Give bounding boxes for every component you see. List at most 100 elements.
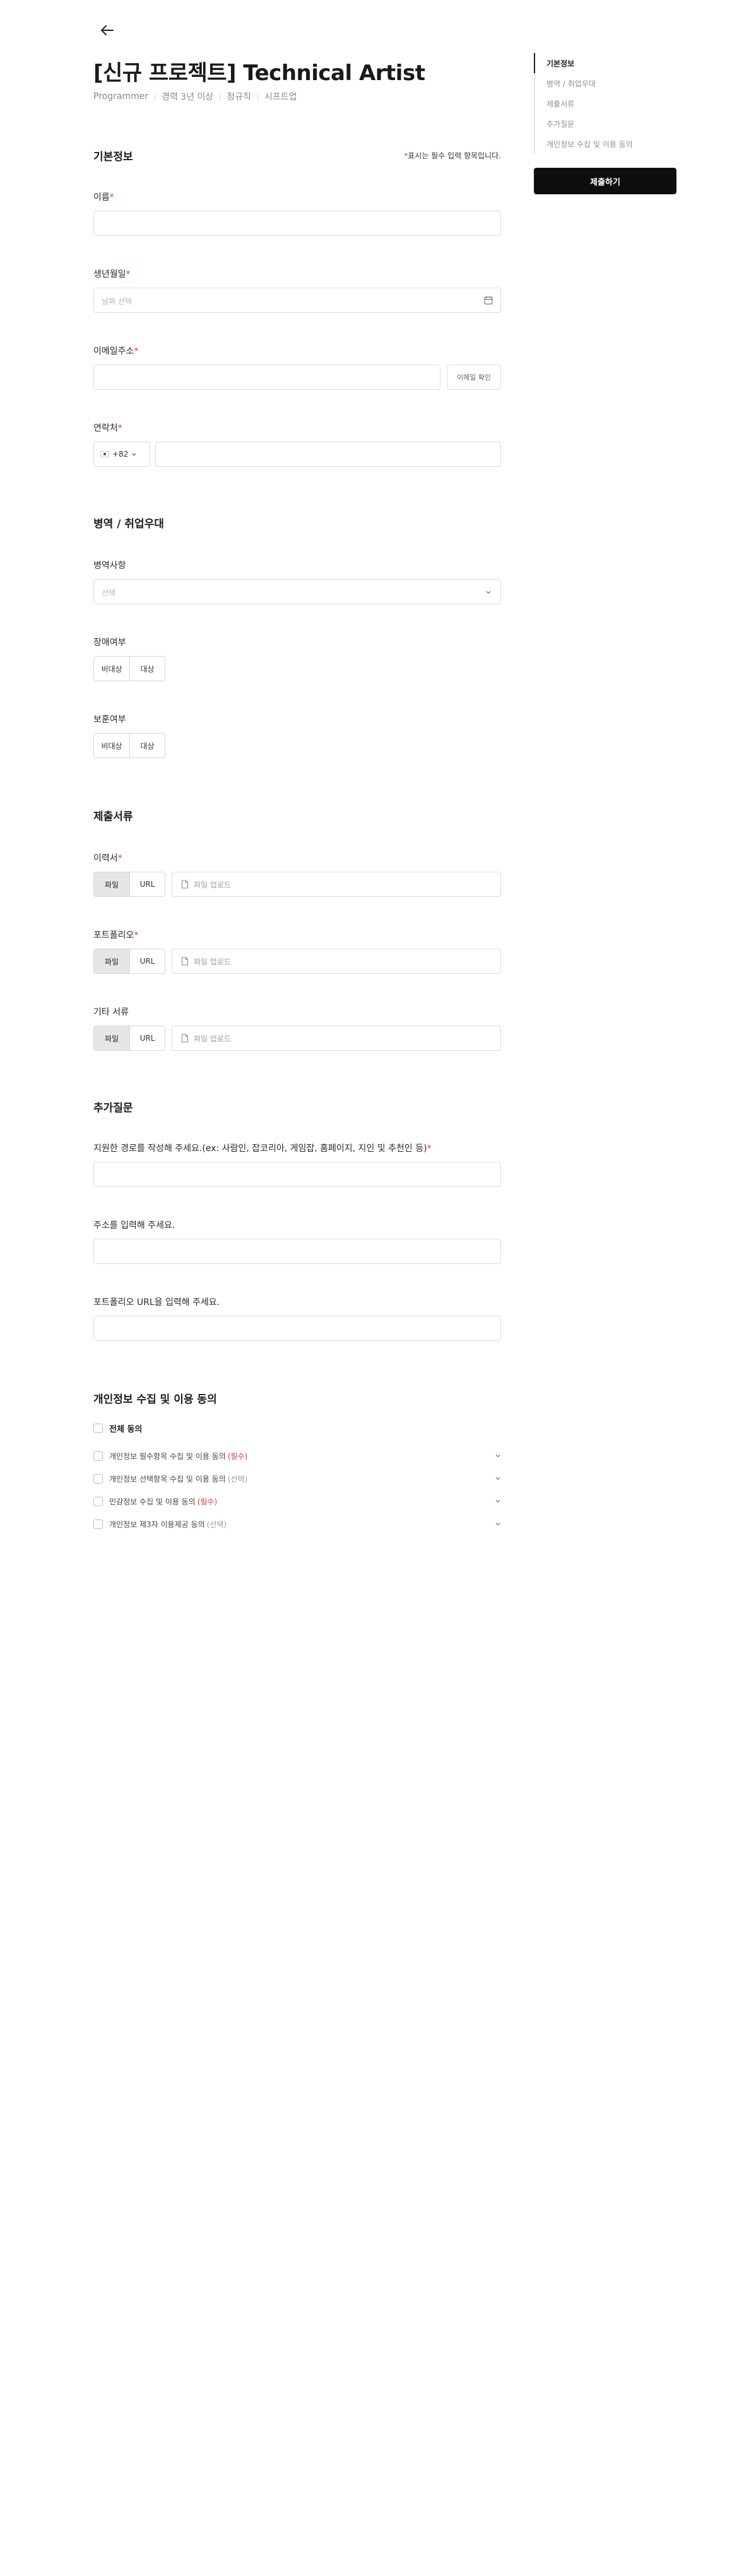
military-service-select[interactable]: 선택	[93, 579, 501, 604]
resume-label: 이력서*	[93, 853, 122, 864]
file-icon	[181, 880, 189, 889]
table-of-contents: 기본정보 병역 / 취업우대 제출서류 추가질문 개인정보 수집 및 이용 동의	[534, 53, 676, 154]
question-2-label: 주소를 입력해 주세요.	[93, 1221, 175, 1231]
sidebar: 기본정보 병역 / 취업우대 제출서류 추가질문 개인정보 수집 및 이용 동의…	[534, 53, 676, 194]
name-label: 이름*	[93, 192, 114, 202]
consent-item: 개인정보 필수항목 수집 및 이용 동의 (필수)	[93, 1449, 501, 1462]
toc-item-documents[interactable]: 제출서류	[534, 93, 676, 114]
chevron-down-icon	[486, 591, 491, 594]
option-applicable[interactable]: 대상	[129, 657, 165, 681]
chevron-down-icon[interactable]	[495, 1475, 501, 1482]
birth-placeholder: 날짜 선택	[102, 297, 132, 306]
phone-label: 연락처*	[93, 423, 122, 433]
section-title-documents: 제출서류	[93, 811, 133, 823]
section-title-consent: 개인정보 수집 및 이용 동의	[93, 1393, 217, 1406]
name-input[interactable]	[93, 211, 501, 236]
toc-item-consent[interactable]: 개인정보 수집 및 이용 동의	[534, 134, 676, 154]
disability-label: 장애여부	[93, 638, 126, 648]
resume-type-toggle: 파일 URL	[93, 872, 165, 897]
veteran-label: 보훈여부	[93, 715, 126, 725]
consent-checkbox[interactable]	[93, 1473, 103, 1484]
toc-item-military[interactable]: 병역 / 취업우대	[534, 73, 676, 93]
arrow-left-icon	[101, 25, 114, 35]
question-3-label: 포트폴리오 URL을 입력해 주세요.	[93, 1297, 220, 1308]
toc-item-questions[interactable]: 추가질문	[534, 114, 676, 134]
portfolio-label: 포트폴리오*	[93, 930, 139, 940]
upload-placeholder: 파일 업로드	[194, 880, 232, 889]
email-confirm-button[interactable]: 이메일 확인	[447, 365, 501, 390]
question-3-input[interactable]	[93, 1316, 501, 1341]
consent-all-label: 전체 동의	[109, 1424, 143, 1434]
veteran-toggle: 비대상 대상	[93, 733, 165, 758]
back-button[interactable]	[95, 18, 120, 43]
required-note: *표시는 필수 입력 항목입니다.	[404, 151, 501, 160]
section-title-questions: 추가질문	[93, 1102, 133, 1115]
required-tag: (필수)	[227, 1451, 248, 1461]
email-label: 이메일주소*	[93, 346, 139, 356]
page-title: [신규 프로젝트] Technical Artist	[93, 61, 425, 86]
other-docs-type-toggle: 파일 URL	[93, 1026, 165, 1051]
option-applicable[interactable]: 대상	[129, 734, 165, 758]
phone-input[interactable]	[155, 442, 501, 467]
tab-url[interactable]: URL	[129, 872, 165, 896]
divider	[257, 93, 258, 100]
toc-item-basic[interactable]: 기본정보	[534, 53, 676, 73]
consent-item: 민감정보 수집 및 이용 동의 (필수)	[93, 1495, 501, 1508]
required-tag: (필수)	[197, 1497, 218, 1506]
job-meta-type: 정규직	[227, 92, 251, 102]
file-icon	[181, 957, 189, 966]
service-label: 병역사항	[93, 561, 126, 571]
job-meta-experience: 경력 3년 이상	[162, 92, 214, 102]
chevron-down-icon[interactable]	[495, 1498, 501, 1504]
chevron-down-icon[interactable]	[495, 1521, 501, 1527]
upload-placeholder: 파일 업로드	[194, 957, 232, 966]
job-meta: Programmer 경력 3년 이상 정규직 시프트업	[93, 90, 297, 103]
korea-flag-icon	[100, 451, 109, 457]
tab-file[interactable]: 파일	[94, 872, 129, 896]
tab-file[interactable]: 파일	[94, 949, 129, 973]
question-2-input[interactable]	[93, 1239, 501, 1264]
consent-all-row: 전체 동의	[93, 1422, 501, 1434]
upload-placeholder: 파일 업로드	[194, 1034, 232, 1043]
disability-toggle: 비대상 대상	[93, 656, 165, 681]
portfolio-upload[interactable]: 파일 업로드	[172, 949, 501, 974]
job-meta-company: 시프트업	[264, 92, 297, 102]
chevron-down-icon	[132, 453, 136, 456]
submit-button[interactable]: 제출하기	[534, 168, 676, 194]
consent-item-label: 개인정보 필수항목 수집 및 이용 동의	[109, 1451, 226, 1461]
consent-item: 개인정보 제3자 이용제공 동의 (선택)	[93, 1518, 501, 1530]
consent-all-checkbox[interactable]	[93, 1423, 103, 1433]
email-input[interactable]	[93, 365, 440, 390]
calendar-icon	[484, 296, 493, 305]
tab-url[interactable]: URL	[129, 949, 165, 973]
select-placeholder: 선택	[102, 588, 116, 597]
other-docs-upload[interactable]: 파일 업로드	[172, 1026, 501, 1051]
country-code-select[interactable]: +82	[93, 442, 150, 467]
country-code: +82	[112, 450, 129, 459]
option-not-applicable[interactable]: 비대상	[94, 734, 129, 758]
option-not-applicable[interactable]: 비대상	[94, 657, 129, 681]
tab-url[interactable]: URL	[129, 1026, 165, 1050]
consent-checkbox[interactable]	[93, 1451, 103, 1461]
birth-label: 생년월일*	[93, 269, 131, 279]
consent-item-label: 개인정보 제3자 이용제공 동의	[109, 1519, 205, 1529]
optional-tag: (선택)	[227, 1474, 248, 1484]
chevron-down-icon[interactable]	[495, 1453, 501, 1459]
other-docs-label: 기타 서류	[93, 1007, 129, 1017]
portfolio-type-toggle: 파일 URL	[93, 949, 165, 974]
consent-checkbox[interactable]	[93, 1519, 103, 1529]
section-title-basic: 기본정보	[93, 151, 133, 163]
job-meta-category: Programmer	[93, 91, 149, 102]
tab-file[interactable]: 파일	[94, 1026, 129, 1050]
question-1-input[interactable]	[93, 1162, 501, 1187]
file-icon	[181, 1034, 189, 1043]
consent-item: 개인정보 선택항목 수집 및 이용 동의 (선택)	[93, 1472, 501, 1485]
consent-item-label: 개인정보 선택항목 수집 및 이용 동의	[109, 1474, 226, 1484]
consent-checkbox[interactable]	[93, 1496, 103, 1506]
birth-date-picker[interactable]: 날짜 선택	[93, 288, 501, 313]
question-1-label: 지원한 경로를 작성해 주세요.(ex: 사람인, 잡코리아, 게임잡, 홈페이…	[93, 1144, 432, 1154]
consent-item-label: 민감정보 수집 및 이용 동의	[109, 1497, 196, 1506]
section-title-military: 병역 / 취업우대	[93, 518, 164, 530]
resume-upload[interactable]: 파일 업로드	[172, 872, 501, 897]
optional-tag: (선택)	[206, 1519, 227, 1529]
